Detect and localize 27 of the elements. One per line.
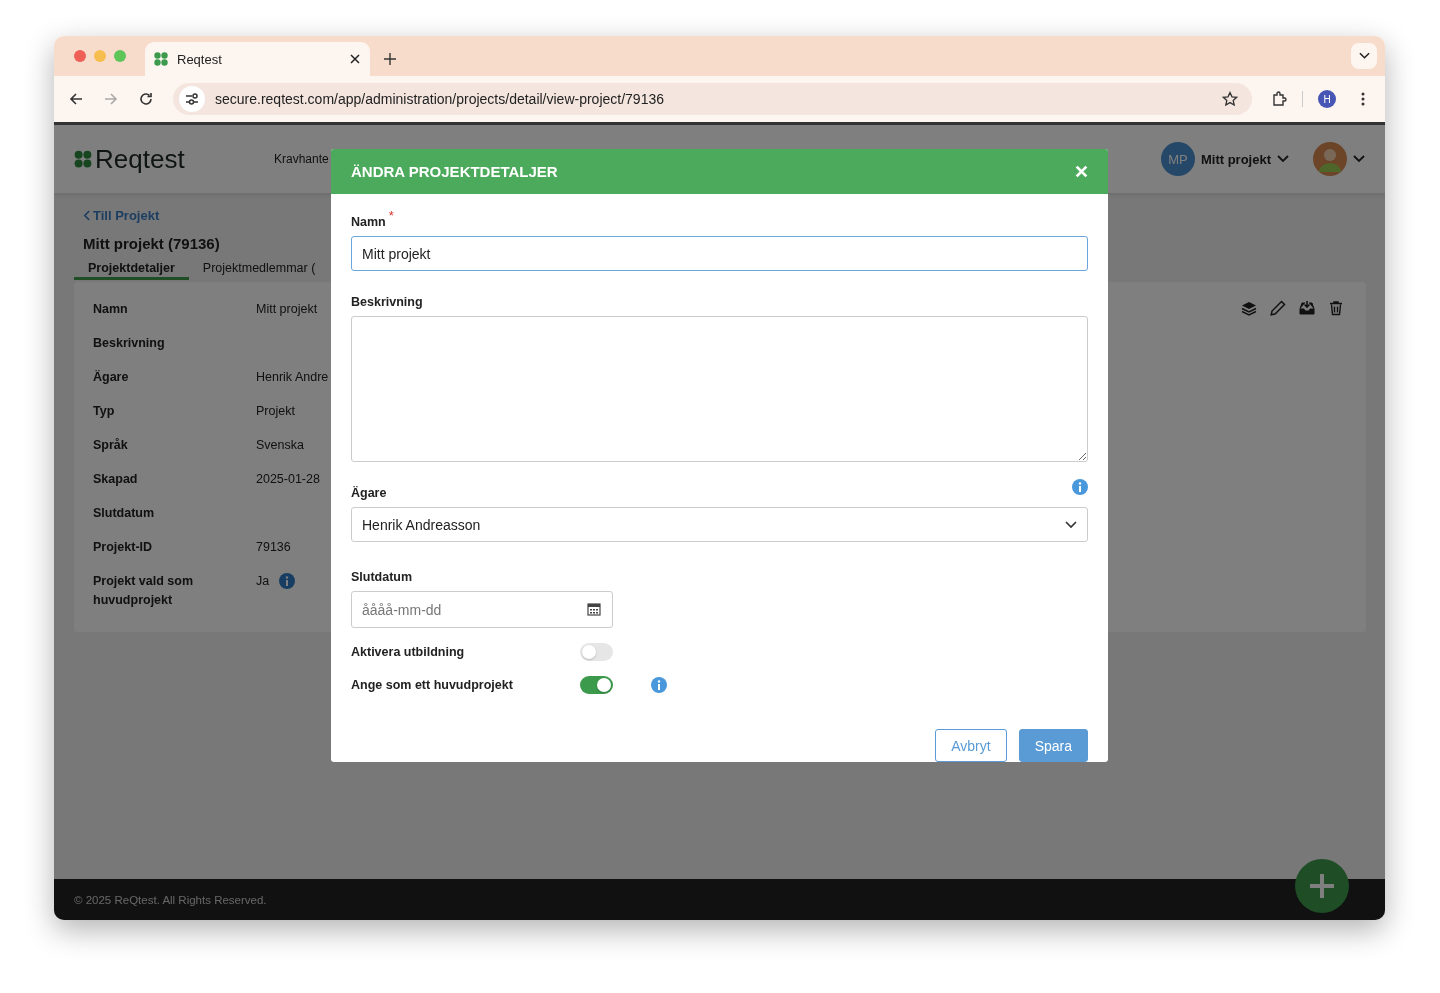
field-value: Ja (256, 573, 270, 590)
field-value: Mitt projekt (256, 301, 318, 318)
field-value: Henrik Andre (256, 369, 329, 386)
field-value: Projekt (256, 403, 295, 420)
page-title: Mitt projekt (79136) (82, 234, 221, 252)
field-label: Typ (93, 403, 116, 420)
field-label: Namn (351, 215, 386, 229)
field-label: Ägare (93, 369, 130, 386)
field-label: Projekt-ID (93, 539, 154, 556)
logo-text: Reqtest (95, 143, 185, 175)
toggle-label: Ange som ett huvudprojekt (351, 678, 514, 692)
field-label: Beskrivning (351, 295, 423, 309)
field-value: 2025-01-28 (256, 471, 320, 488)
field-label: Skapad (93, 471, 139, 488)
field-label: Språk (93, 437, 129, 454)
toggle-label: Aktivera utbildning (351, 645, 466, 659)
field-value: Svenska (256, 437, 304, 454)
copyright-text: © 2025 ReQtest. All Rights Reserved. (74, 893, 267, 906)
field-label: Slutdatum (93, 505, 156, 522)
field-value: 79136 (256, 539, 291, 556)
field-label: Ägare (351, 486, 387, 500)
field-label: Slutdatum (351, 570, 413, 584)
field-label: Namn (93, 301, 129, 318)
field-label: Beskrivning (93, 335, 166, 352)
dialog-title: ÄNDRA PROJEKTDETALJER (351, 163, 558, 180)
required-mark: * (388, 208, 394, 223)
field-label: Projekt vald som huvudprojekt (93, 573, 195, 609)
